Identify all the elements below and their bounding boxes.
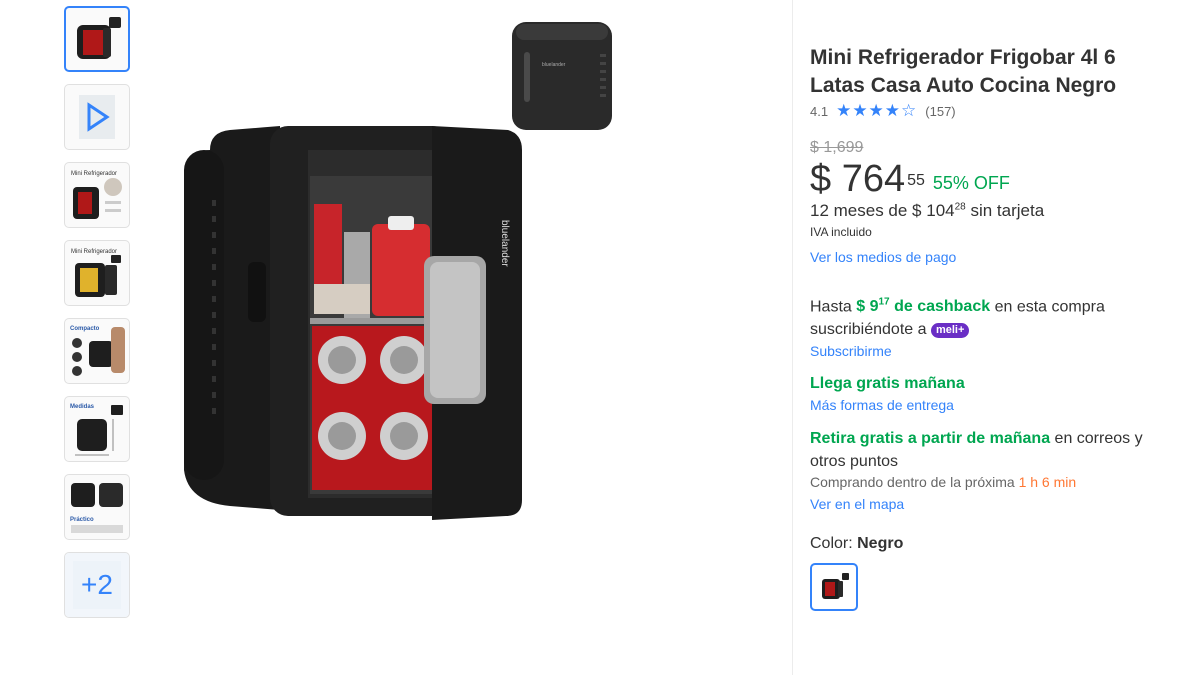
thumbnail-video[interactable]	[64, 84, 130, 150]
cashback-label: de cashback	[889, 298, 991, 316]
subscribe-link[interactable]: Subscribirme	[810, 343, 1170, 359]
more-images-count: +2	[65, 553, 129, 617]
color-swatch-negro[interactable]	[810, 563, 858, 612]
main-product-image[interactable]: bluelander bluelander	[170, 0, 770, 560]
play-video-icon	[79, 95, 115, 139]
pickup-countdown: Comprando dentro de la próxima 1 h 6 min	[810, 474, 1170, 490]
payment-methods-link[interactable]: Ver los medios de pago	[810, 249, 1170, 265]
thumbnail-more[interactable]: +2	[64, 552, 130, 618]
thumb-title: Mini Refrigerador	[71, 171, 117, 177]
thumb-title: Mini Refrigerador	[71, 249, 117, 255]
pickup-title: Retira gratis a partir de mañana	[810, 430, 1051, 448]
open-fridge: bluelander	[184, 126, 522, 520]
thumb-title: Práctico	[70, 517, 94, 523]
fridge-open-thumbnail: Mini Refrigerador	[71, 249, 121, 297]
meli-plus-badge: meli+	[930, 323, 970, 339]
brand-logo: bluelander	[542, 62, 566, 68]
black-fridge-swatch-icon	[822, 573, 849, 600]
price-cents: 55	[907, 172, 925, 189]
installments-info: 12 meses de $ 10428 sin tarjeta	[810, 201, 1170, 221]
thumbnail-3[interactable]: Mini Refrigerador	[64, 162, 130, 228]
color-selector-label: Color: Negro	[810, 535, 1170, 553]
cashback-int: $ 9	[856, 298, 879, 316]
installments-amount: 12 meses de $ 104	[810, 201, 955, 220]
fridge-infographic-thumbnail: Mini Refrigerador	[71, 171, 122, 219]
thumbnail-gallery: Mini Refrigerador Mini Refrigerador Comp…	[64, 6, 132, 630]
panel-divider	[792, 0, 793, 675]
countdown-time: 1 h 6 min	[1018, 474, 1077, 491]
tax-note: IVA incluido	[810, 225, 872, 239]
purchase-panel: Mini Refrigerador Frigobar 4l 6 Latas Ca…	[810, 44, 1170, 612]
thumbnail-4[interactable]: Mini Refrigerador	[64, 240, 130, 306]
soda-cans	[312, 326, 432, 490]
color-label-text: Color:	[810, 535, 858, 553]
rating-row[interactable]: 4.1 ★★★★☆ (157)	[810, 101, 1170, 120]
thumbnail-5[interactable]: Compacto	[64, 318, 130, 384]
thumb-title: Medidas	[70, 404, 95, 410]
cashback-info: Hasta $ 917 de cashback en esta compra s…	[810, 291, 1170, 341]
product-title: Mini Refrigerador Frigobar 4l 6 Latas Ca…	[810, 46, 1117, 97]
closed-fridge-inset: bluelander	[512, 22, 612, 130]
star-rating-icon: ★★★★☆	[836, 101, 918, 120]
pickup-info: Retira gratis a partir de mañana en corr…	[810, 427, 1170, 473]
cashback-amount: $ 917 de cashback	[856, 297, 991, 316]
free-shipping-title: Llega gratis mañana	[810, 375, 965, 393]
discount-badge: 55% OFF	[932, 173, 1010, 193]
brand-logo-door: bluelander	[499, 220, 510, 267]
original-price: $ 1,699	[810, 139, 864, 156]
thumbnail-7[interactable]: Práctico	[64, 474, 130, 540]
view-map-link[interactable]: Ver en el mapa	[810, 496, 1170, 512]
selected-color: Negro	[857, 535, 904, 553]
countdown-prefix: Comprando dentro de la próxima	[810, 474, 1019, 491]
price-integer: $ 764	[810, 158, 906, 200]
price-row: $ 764 55 55% OFF	[810, 159, 1170, 201]
practical-use-thumbnail: Práctico	[70, 483, 123, 533]
installments-cents: 28	[954, 201, 966, 213]
cashback-cents: 17	[878, 297, 890, 308]
mini-fridge-image: bluelander bluelander	[184, 22, 612, 520]
thumbnail-6[interactable]: Medidas	[64, 396, 130, 462]
delivery-options-link[interactable]: Más formas de entrega	[810, 397, 1170, 413]
installments-suffix: sin tarjeta	[965, 201, 1045, 220]
compact-fridge-thumbnail: Compacto	[70, 326, 125, 376]
thumbnail-1[interactable]	[64, 6, 130, 72]
current-price: $ 764 55	[810, 159, 925, 199]
thumb-title: Compacto	[70, 326, 100, 332]
rating-score: 4.1	[810, 103, 829, 119]
mini-fridge-thumbnail-image	[77, 17, 121, 59]
dimensions-thumbnail: Medidas	[70, 404, 123, 456]
cashback-prefix: Hasta	[810, 298, 857, 316]
review-count: (157)	[925, 103, 956, 119]
